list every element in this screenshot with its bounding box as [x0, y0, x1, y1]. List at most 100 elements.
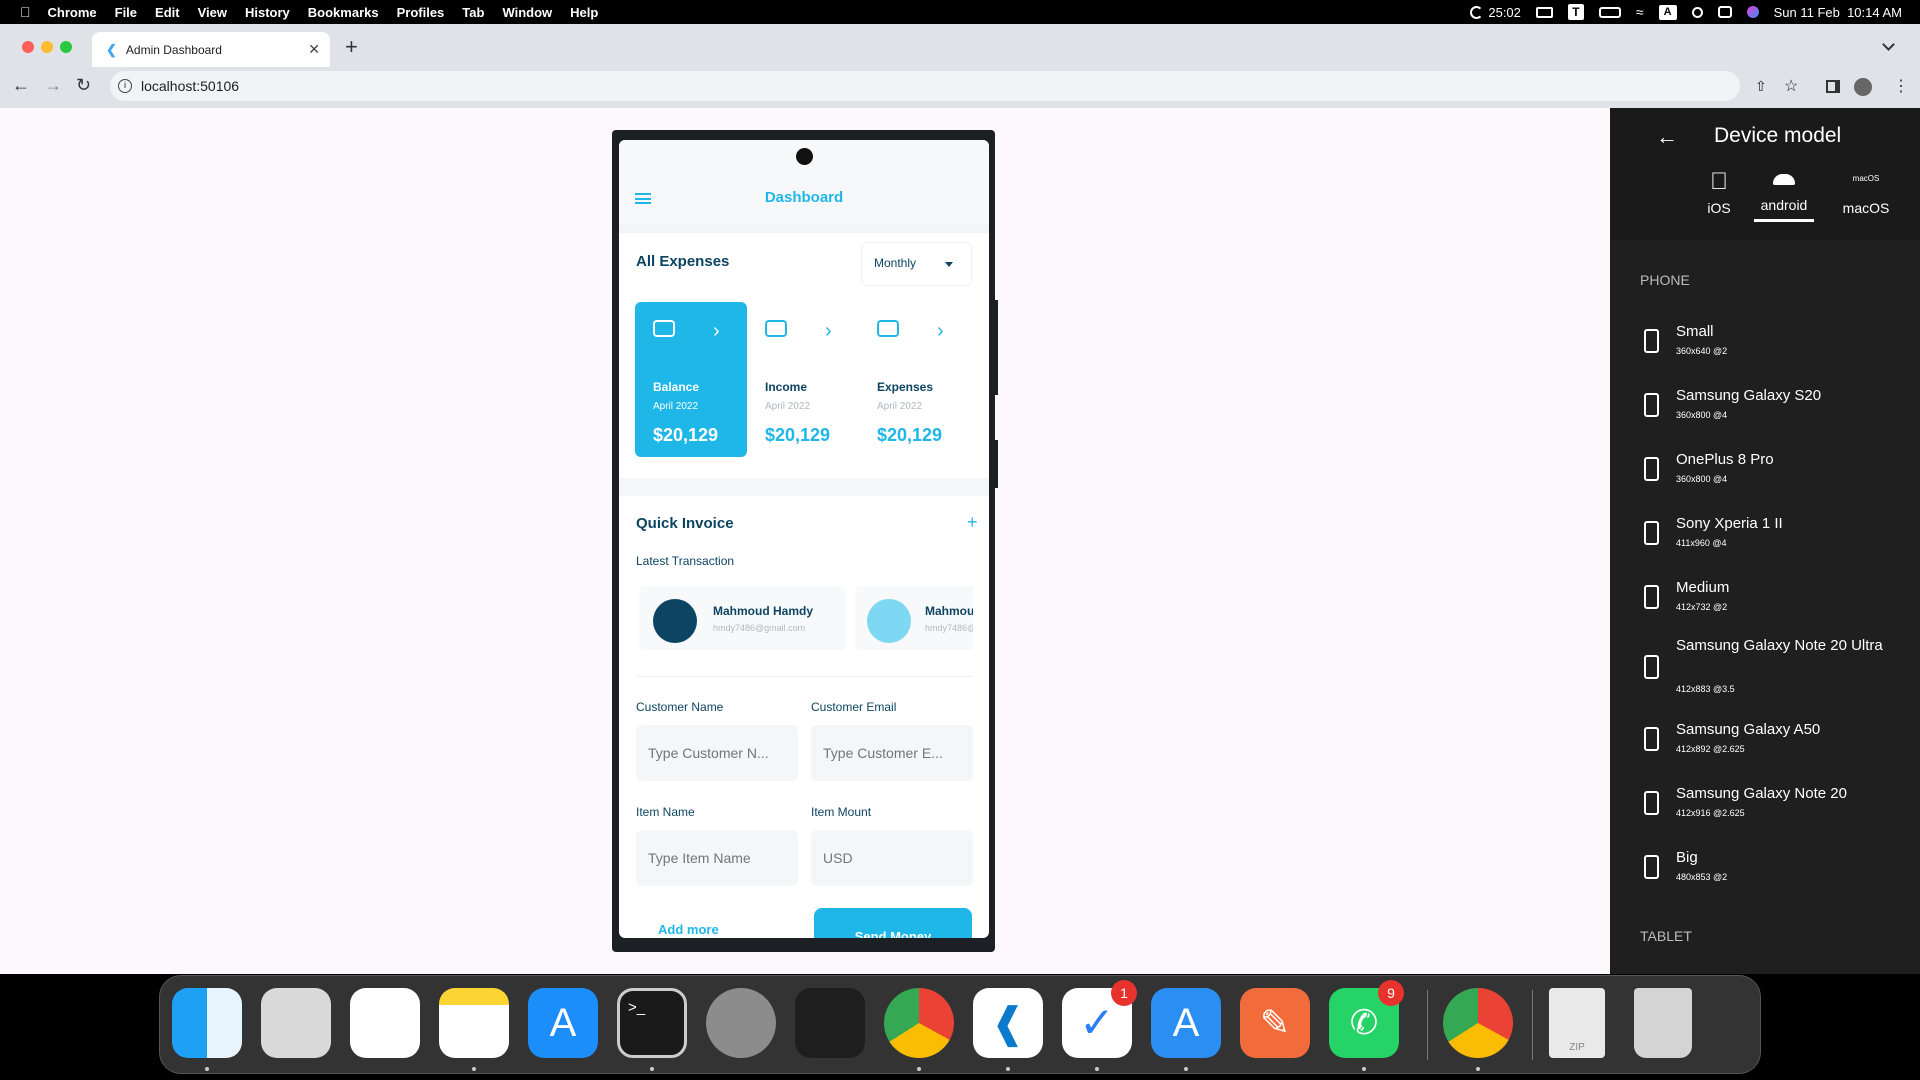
trash-icon[interactable]: [1634, 988, 1692, 1058]
xcode-icon[interactable]: A: [1151, 988, 1221, 1058]
transaction-name: Mahmoud Hamdy: [713, 604, 814, 618]
menu-file[interactable]: File: [115, 5, 137, 20]
menu-view[interactable]: View: [198, 5, 227, 20]
tab-android[interactable]: android: [1754, 168, 1814, 222]
customer-name-label: Customer Name: [636, 700, 724, 714]
flutter-favicon-icon: ❮: [106, 41, 117, 57]
profile-avatar[interactable]: [1854, 78, 1872, 96]
siri-icon[interactable]: [1746, 6, 1759, 18]
income-card[interactable]: › Income April 2022 $20,129: [747, 302, 859, 457]
new-tab-button[interactable]: +: [345, 34, 358, 60]
device-item[interactable]: Medium 412x732 @2: [1610, 576, 1920, 628]
chevron-right-icon[interactable]: ›: [937, 320, 944, 343]
reminders-icon[interactable]: [350, 988, 420, 1058]
device-item[interactable]: Samsung Galaxy Note 20 Ultra 412x883 @3.5: [1610, 634, 1920, 710]
device-item[interactable]: OnePlus 8 Pro 360x800 @4: [1610, 448, 1920, 500]
maximize-window-button[interactable]: [60, 41, 72, 53]
timer-icon[interactable]: [1470, 5, 1484, 19]
chevron-right-icon[interactable]: ›: [825, 320, 832, 343]
item-mount-input[interactable]: [811, 830, 973, 886]
app-store-icon[interactable]: A: [528, 988, 598, 1058]
reload-icon[interactable]: ↻: [76, 75, 91, 96]
back-arrow-icon[interactable]: ←: [1656, 124, 1678, 150]
input-source-icon[interactable]: A: [1658, 4, 1677, 20]
menu-bookmarks[interactable]: Bookmarks: [308, 5, 379, 20]
add-more-button[interactable]: Add more: [658, 922, 719, 937]
device-item[interactable]: Samsung Galaxy S20 360x800 @4: [1610, 384, 1920, 436]
period-dropdown-value: Monthly: [874, 256, 917, 270]
device-item[interactable]: Small 360x640 @2: [1610, 320, 1920, 372]
customer-email-input[interactable]: [811, 725, 973, 781]
bookmark-star-icon[interactable]: ☆: [1784, 76, 1798, 96]
chrome-menu-icon[interactable]: ⋮: [1893, 76, 1909, 96]
terminal-icon[interactable]: >_: [617, 988, 687, 1058]
url-text[interactable]: localhost:50106: [141, 78, 239, 94]
side-panel-icon[interactable]: [1826, 80, 1840, 93]
device-spec: 480x853 @2: [1676, 872, 1728, 882]
balance-label: Balance: [653, 380, 700, 394]
apple-icon[interactable]: : [20, 4, 31, 20]
phone-icon: [1644, 791, 1659, 815]
item-name-input[interactable]: [636, 830, 798, 886]
chrome-icon[interactable]: [884, 988, 954, 1058]
send-money-button[interactable]: Send Money: [814, 908, 972, 938]
expenses-date: April 2022: [877, 401, 923, 412]
transaction-card[interactable]: Mahmoud Hamdy hmdy7486@gmail.com: [855, 586, 973, 650]
zip-file-icon[interactable]: ZIP: [1549, 988, 1605, 1058]
running-indicator: [1362, 1067, 1366, 1071]
device-item[interactable]: Sony Xperia 1 II 411x960 @4: [1610, 512, 1920, 564]
menu-clock[interactable]: Sun 11 Feb 10:14 AM: [1774, 5, 1902, 20]
menu-history[interactable]: History: [245, 5, 290, 20]
forward-arrow-icon[interactable]: →: [44, 75, 62, 96]
dock: A >_ ❰ ✓ 1 A ✎ ✆ 9 ZIP: [159, 975, 1761, 1074]
chrome-icon[interactable]: [1443, 988, 1513, 1058]
income-icon: [765, 320, 787, 337]
chevron-right-icon[interactable]: ›: [713, 320, 720, 343]
menu-profiles[interactable]: Profiles: [397, 5, 445, 20]
transaction-card[interactable]: Mahmoud Hamdy hmdy7486@gmail.com: [639, 586, 846, 650]
postman-icon[interactable]: ✎: [1240, 988, 1310, 1058]
tab-list-chevron-down-icon[interactable]: [1882, 38, 1895, 51]
menu-window[interactable]: Window: [502, 5, 552, 20]
finder-icon[interactable]: [172, 988, 242, 1058]
device-item[interactable]: Big 480x853 @2: [1610, 846, 1920, 898]
spotlight-search-icon[interactable]: [1691, 6, 1703, 18]
launchpad-icon[interactable]: [261, 988, 331, 1058]
period-dropdown[interactable]: Monthly: [861, 242, 972, 286]
expenses-card[interactable]: › Expenses April 2022 $20,129: [859, 302, 971, 457]
menu-edit[interactable]: Edit: [155, 5, 180, 20]
minimize-window-button[interactable]: [41, 41, 53, 53]
menu-app-name[interactable]: Chrome: [48, 5, 97, 20]
add-invoice-button[interactable]: +: [967, 512, 978, 533]
control-center-icon[interactable]: [1717, 6, 1732, 18]
figma-icon[interactable]: [795, 988, 865, 1058]
browser-tab[interactable]: ❮ Admin Dashboard ✕: [92, 32, 330, 67]
battery-icon[interactable]: [1598, 6, 1621, 18]
screen-mirror-icon[interactable]: [1535, 6, 1553, 18]
device-item[interactable]: Samsung Galaxy A50 412x892 @2.625: [1610, 718, 1920, 770]
address-bar[interactable]: i localhost:50106 ⇧ ☆: [110, 71, 1798, 101]
vscode-icon[interactable]: ❰: [973, 988, 1043, 1058]
share-icon[interactable]: ⇧: [1755, 78, 1767, 95]
balance-card[interactable]: › Balance April 2022 $20,129: [635, 302, 747, 457]
back-arrow-icon[interactable]: ←: [12, 75, 30, 96]
tasks-badge: 1: [1111, 980, 1137, 1006]
phone-section-header: PHONE: [1640, 272, 1690, 288]
wifi-icon[interactable]: ≈: [1636, 4, 1644, 20]
menu-help[interactable]: Help: [570, 5, 598, 20]
menu-tab[interactable]: Tab: [462, 5, 484, 20]
device-spec: 412x916 @2.625: [1676, 808, 1745, 818]
system-settings-icon[interactable]: [706, 988, 776, 1058]
device-item[interactable]: Samsung Galaxy Note 20 412x916 @2.625: [1610, 782, 1920, 834]
close-window-button[interactable]: [22, 41, 34, 53]
customer-name-input[interactable]: [636, 725, 798, 781]
tab-ios[interactable]:  iOS: [1694, 168, 1744, 216]
section-divider: [619, 478, 989, 496]
income-date: April 2022: [765, 401, 811, 412]
text-app-icon[interactable]: T: [1567, 4, 1584, 20]
close-tab-icon[interactable]: ✕: [308, 41, 320, 58]
notes-icon[interactable]: [439, 988, 509, 1058]
tab-macos[interactable]: macOS macOS: [1836, 168, 1896, 216]
site-info-icon[interactable]: i: [118, 79, 132, 93]
device-spec: 412x892 @2.625: [1676, 744, 1745, 754]
